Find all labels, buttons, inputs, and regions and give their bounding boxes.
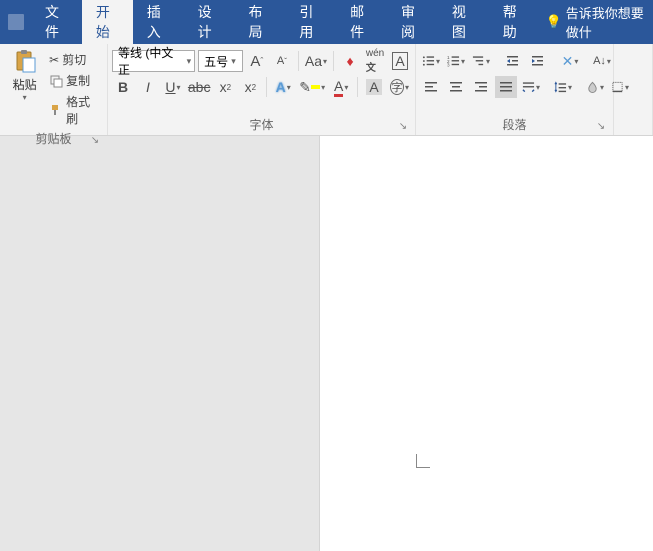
asian-layout-button[interactable]: ✕ <box>559 50 581 72</box>
copy-label: 复制 <box>66 72 90 89</box>
cut-label: 剪切 <box>62 51 86 68</box>
background-area <box>0 136 320 551</box>
ribbon: 粘贴 ▾ ✂ 剪切 复制 格式刷 剪贴板 ↘ <box>0 44 653 136</box>
character-shading-button[interactable]: A <box>363 76 385 98</box>
change-case-button[interactable]: Aa <box>304 50 328 72</box>
font-family-value: 等线 (中文正 <box>118 44 184 78</box>
subscript-button[interactable]: x2 <box>214 76 236 98</box>
group-clipboard: 粘贴 ▾ ✂ 剪切 复制 格式刷 剪贴板 ↘ <box>0 44 108 135</box>
dialog-launcher-icon[interactable]: ↘ <box>89 135 101 147</box>
eraser-icon: ♦ <box>346 53 353 69</box>
numbering-button[interactable]: 123 <box>445 50 467 72</box>
dialog-launcher-icon[interactable]: ↘ <box>595 121 607 133</box>
group-paragraph-label: 段落 ↘ <box>420 114 609 135</box>
group-clipboard-label: 剪贴板 ↘ <box>4 128 103 149</box>
strikethrough-button[interactable]: abc <box>187 76 211 98</box>
chevron-down-icon: ▾ <box>187 56 192 67</box>
align-right-button[interactable] <box>470 76 492 98</box>
app-logo <box>0 0 31 44</box>
copy-button[interactable]: 复制 <box>47 71 103 90</box>
shading-button[interactable] <box>584 76 606 98</box>
highlight-icon: ✎ <box>299 79 311 96</box>
decrease-indent-button[interactable] <box>502 50 524 72</box>
enclose-character-button[interactable]: 字 <box>388 76 411 98</box>
tab-mail[interactable]: 邮件 <box>336 0 387 44</box>
copy-icon <box>49 74 63 88</box>
cut-button[interactable]: ✂ 剪切 <box>47 50 103 69</box>
group-paragraph: 123 ✕ A↓ <box>416 44 614 135</box>
bold-button[interactable]: B <box>112 76 134 98</box>
lightbulb-icon: 💡 <box>546 14 562 30</box>
paste-label: 粘贴 <box>13 76 37 93</box>
workspace <box>0 136 653 551</box>
format-painter-label: 格式刷 <box>66 93 101 127</box>
character-border-button[interactable]: A <box>389 50 411 72</box>
margin-crop-mark <box>416 454 430 468</box>
tab-file[interactable]: 文件 <box>31 0 82 44</box>
tab-bar: 文件 开始 插入 设计 布局 引用 邮件 审阅 视图 帮助 💡 告诉我你想要做什 <box>0 0 653 44</box>
font-size-combo[interactable]: 五号 ▾ <box>198 50 243 72</box>
tell-me-search[interactable]: 💡 告诉我你想要做什 <box>540 0 653 44</box>
tab-view[interactable]: 视图 <box>438 0 489 44</box>
bullets-button[interactable] <box>420 50 442 72</box>
tab-design[interactable]: 设计 <box>184 0 235 44</box>
align-center-button[interactable] <box>445 76 467 98</box>
format-painter-button[interactable]: 格式刷 <box>47 92 103 128</box>
italic-button[interactable]: I <box>137 76 159 98</box>
font-family-combo[interactable]: 等线 (中文正 ▾ <box>112 50 195 72</box>
dialog-launcher-icon[interactable]: ↘ <box>397 121 409 133</box>
increase-indent-button[interactable] <box>527 50 549 72</box>
font-color-button[interactable]: A <box>330 76 352 98</box>
tab-review[interactable]: 审阅 <box>387 0 438 44</box>
group-font: 等线 (中文正 ▾ 五号 ▾ Aˆ Aˇ Aa ♦ wén文 A B I U <box>108 44 416 135</box>
underline-button[interactable]: U <box>162 76 184 98</box>
tab-insert[interactable]: 插入 <box>133 0 184 44</box>
tab-references[interactable]: 引用 <box>285 0 336 44</box>
chevron-down-icon: ▾ <box>23 93 27 102</box>
tab-layout[interactable]: 布局 <box>234 0 285 44</box>
group-styles <box>614 44 653 135</box>
highlight-button[interactable]: ✎ <box>297 76 327 98</box>
document-page[interactable] <box>320 136 653 551</box>
grow-font-button[interactable]: Aˆ <box>246 50 268 72</box>
sort-button[interactable]: A↓ <box>591 50 613 72</box>
brush-icon <box>49 103 63 117</box>
svg-text:3: 3 <box>447 63 450 68</box>
paste-icon <box>9 48 41 76</box>
line-spacing-button[interactable] <box>552 76 574 98</box>
align-left-button[interactable] <box>420 76 442 98</box>
paste-button[interactable]: 粘贴 ▾ <box>4 46 45 128</box>
shrink-font-button[interactable]: Aˇ <box>271 50 293 72</box>
font-size-value: 五号 <box>204 53 228 70</box>
justify-button[interactable] <box>495 76 517 98</box>
superscript-button[interactable]: x2 <box>239 76 261 98</box>
text-effects-button[interactable]: A <box>272 76 294 98</box>
chevron-down-icon: ▾ <box>231 56 236 67</box>
multilevel-list-button[interactable] <box>470 50 492 72</box>
scissors-icon: ✂ <box>49 53 59 67</box>
distributed-button[interactable] <box>520 76 542 98</box>
phonetic-guide-button[interactable]: wén文 <box>364 50 386 72</box>
tell-me-label: 告诉我你想要做什 <box>566 3 647 41</box>
tab-home[interactable]: 开始 <box>82 0 133 44</box>
tab-help[interactable]: 帮助 <box>489 0 540 44</box>
clear-formatting-button[interactable]: ♦ <box>339 50 361 72</box>
group-font-label: 字体 ↘ <box>112 114 411 135</box>
